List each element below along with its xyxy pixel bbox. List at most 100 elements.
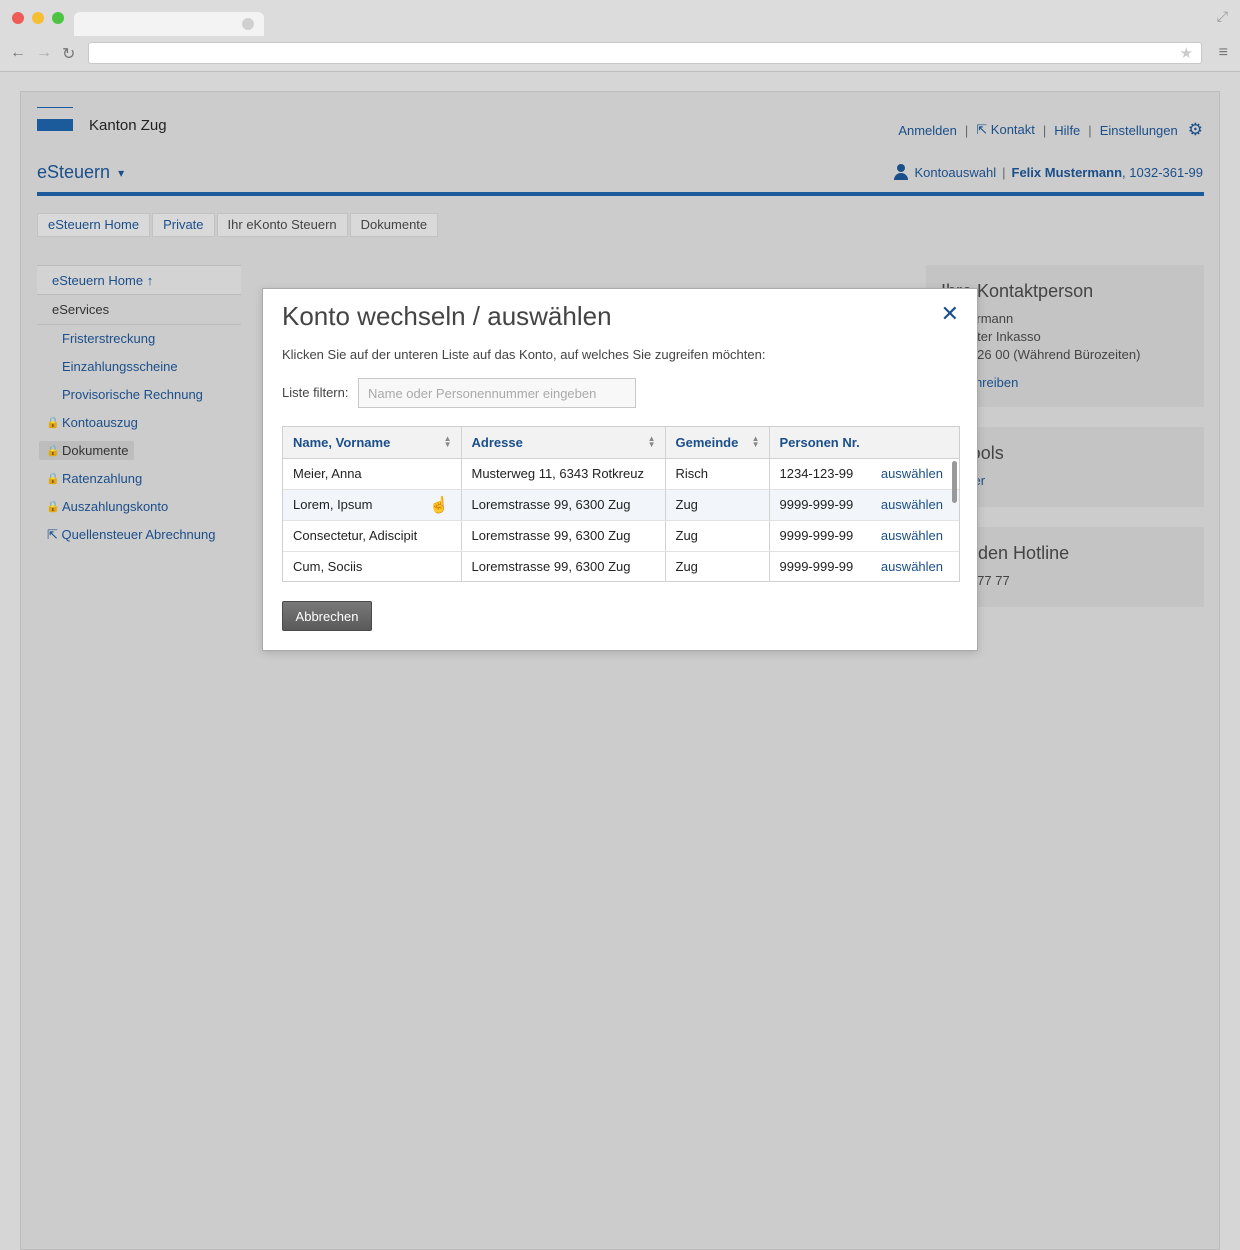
sidebar-home[interactable]: eSteuern Home ↑ (37, 265, 241, 295)
settings-link[interactable]: Einstellungen (1100, 123, 1178, 138)
user-icon (894, 164, 909, 180)
back-arrow-icon[interactable]: ← (10, 44, 26, 64)
browser-tab[interactable] (74, 12, 264, 36)
cell-address: Loremstrasse 99, 6300 Zug (461, 489, 666, 521)
hotline-panel-title: Stunden Hotline (941, 543, 1070, 563)
brand-name: Kanton Zug (89, 117, 167, 134)
select-account-link[interactable]: auswählen (867, 458, 959, 490)
lock-icon: 🔒 (46, 473, 60, 485)
table-scrollbar[interactable] (952, 461, 957, 503)
forward-arrow-icon[interactable]: → (36, 44, 52, 64)
column-header-municipality[interactable]: Gemeinde ▲ ▼ (665, 427, 770, 459)
select-account-link[interactable]: auswählen (867, 551, 959, 581)
separator: | (1002, 164, 1006, 180)
logo-line (37, 107, 73, 108)
column-header-address[interactable]: Adresse ▲ ▼ (461, 427, 666, 459)
cell-address: Musterweg 11, 6343 Rotkreuz (461, 458, 666, 490)
account-switch-modal: Konto wechseln / auswählen ✕ Klicken Sie… (262, 288, 978, 651)
sidebar-item-label: Einzahlungsscheine (62, 359, 178, 374)
sidebar-item-einzahlungsscheine[interactable]: Einzahlungsscheine (37, 353, 241, 381)
breadcrumb-private[interactable]: Private (152, 213, 215, 237)
address-bar[interactable]: ★ (88, 42, 1202, 64)
cell-name: Meier, Anna (283, 458, 462, 490)
sidebar-home-label: eSteuern Home (52, 273, 144, 288)
modal-intro: Klicken Sie auf der unteren Liste auf da… (282, 347, 766, 362)
chevron-down-icon: ▾ (118, 165, 125, 180)
minimize-window-button[interactable] (32, 12, 44, 24)
tools-panel-title: er Tools (941, 443, 1004, 463)
sidebar-item-label: Ratenzahlung (62, 471, 143, 486)
sort-icon: ▲ ▼ (443, 434, 452, 449)
external-arrow-icon: ⇱ (47, 527, 58, 542)
gear-icon[interactable]: ⚙ (1188, 120, 1203, 140)
contact-phone: 1 728 26 00 (Während Bürozeiten) (941, 347, 1141, 362)
breadcrumb-home[interactable]: eSteuern Home (37, 213, 151, 237)
browser-chrome: ⤢ ← → ↻ ★ ≡ (0, 0, 1240, 72)
fullscreen-icon[interactable]: ⤢ (1217, 8, 1228, 25)
arrow-up-icon: ↑ (146, 273, 154, 288)
contact-panel-title: Ihre Kontaktperson (941, 281, 1094, 301)
column-header-person-number: Personen Nr. (769, 427, 959, 459)
table-row[interactable]: Cum, Sociis Loremstrasse 99, 6300 Zug Zu… (283, 551, 959, 581)
user-number: , 1032-361-99 (1122, 164, 1203, 180)
browser-menu-icon[interactable]: ≡ (1219, 44, 1228, 62)
filter-label: Liste filtern: (282, 385, 349, 400)
cell-person-number: 9999-999-99 (769, 551, 868, 581)
column-header-label: Personen Nr. (779, 434, 860, 450)
cancel-button[interactable]: Abbrechen (282, 601, 372, 631)
page: Kanton Zug Anmelden | ⇱ Kontakt | Hilfe … (20, 91, 1220, 1250)
sidebar-item-label: Provisorische Rechnung (62, 387, 203, 402)
cell-name: Consectetur, Adiscipit (283, 520, 462, 552)
sidebar-item-quellensteuer[interactable]: ⇱ Quellensteuer Abrechnung (37, 521, 241, 549)
maximize-window-button[interactable] (52, 12, 64, 24)
account-switcher: Kontoauswahl | Felix Mustermann, 1032-36… (894, 164, 1203, 180)
current-account[interactable]: Felix Mustermann, 1032-361-99 (1012, 165, 1203, 180)
cell-municipality: Zug (665, 489, 770, 521)
column-header-label: Name, Vorname (293, 434, 391, 450)
sidebar-item-auszahlungskonto[interactable]: 🔒 Auszahlungskonto (37, 493, 241, 521)
cell-name: Cum, Sociis (283, 551, 462, 581)
close-icon[interactable]: ✕ (941, 303, 959, 325)
lock-icon: 🔒 (46, 501, 60, 513)
contact-role: earbeiter Inkasso (941, 329, 1041, 344)
table-row[interactable]: Consectetur, Adiscipit Loremstrasse 99, … (283, 520, 959, 552)
contact-link[interactable]: ⇱ Kontakt (976, 122, 1035, 138)
hotline-phone: 4 777 77 77 (941, 573, 1010, 588)
table-row[interactable]: Meier, Anna Musterweg 11, 6343 Rotkreuz … (283, 458, 959, 490)
sidebar-item-label: Quellensteuer Abrechnung (61, 527, 216, 542)
tab-close-icon[interactable] (242, 18, 254, 30)
select-account-link[interactable]: auswählen (867, 520, 959, 552)
reload-icon[interactable]: ↻ (62, 44, 75, 64)
breadcrumb-ekonto[interactable]: Ihr eKonto Steuern (216, 213, 348, 237)
close-window-button[interactable] (12, 12, 24, 24)
table-row[interactable]: Lorem, Ipsum Loremstrasse 99, 6300 Zug Z… (283, 489, 959, 521)
cell-person-number: 9999-999-99 (769, 520, 868, 552)
sidebar-item-provisorische-rechnung[interactable]: Provisorische Rechnung (37, 381, 241, 409)
sidebar-item-label: Auszahlungskonto (62, 499, 169, 514)
canton-logo (37, 119, 73, 131)
cell-address: Loremstrasse 99, 6300 Zug (461, 520, 666, 552)
modal-title: Konto wechseln / auswählen (282, 301, 612, 331)
accounts-table[interactable]: Name, Vorname ▲ ▼ Adresse ▲ ▼ Gemeinde ▲ ▼ Per… (282, 426, 960, 582)
sidebar-item-fristerstreckung[interactable]: Fristerstreckung (37, 325, 241, 353)
column-header-name[interactable]: Name, Vorname ▲ ▼ (283, 427, 462, 459)
sidebar-item-label: Fristerstreckung (62, 331, 156, 346)
select-account-link[interactable]: auswählen (867, 489, 959, 521)
header-rule (37, 192, 1204, 196)
help-link[interactable]: Hilfe (1054, 123, 1080, 138)
bookmark-star-icon[interactable]: ★ (1180, 44, 1193, 62)
sidebar-item-ratenzahlung[interactable]: 🔒 Ratenzahlung (37, 465, 241, 493)
sidebar-item-label: Kontoauszug (62, 415, 138, 430)
filter-input[interactable] (358, 378, 636, 408)
breadcrumb: eSteuern Home Private Ihr eKonto Steuern… (37, 213, 440, 237)
sidebar-item-kontoauszug[interactable]: 🔒 Kontoauszug (37, 409, 241, 437)
sidebar-item-dokumente[interactable]: 🔒 Dokumente (37, 437, 241, 465)
sort-icon: ▲ ▼ (647, 434, 656, 449)
app-menu[interactable]: eSteuern ▾ (37, 162, 124, 183)
app-title: eSteuern (37, 162, 111, 182)
contact-link-label: Kontakt (990, 122, 1035, 137)
account-switch-link[interactable]: Kontoauswahl (914, 165, 996, 180)
login-link[interactable]: Anmelden (898, 123, 957, 138)
cell-address: Loremstrasse 99, 6300 Zug (461, 551, 666, 581)
column-header-label: Adresse (471, 434, 523, 450)
